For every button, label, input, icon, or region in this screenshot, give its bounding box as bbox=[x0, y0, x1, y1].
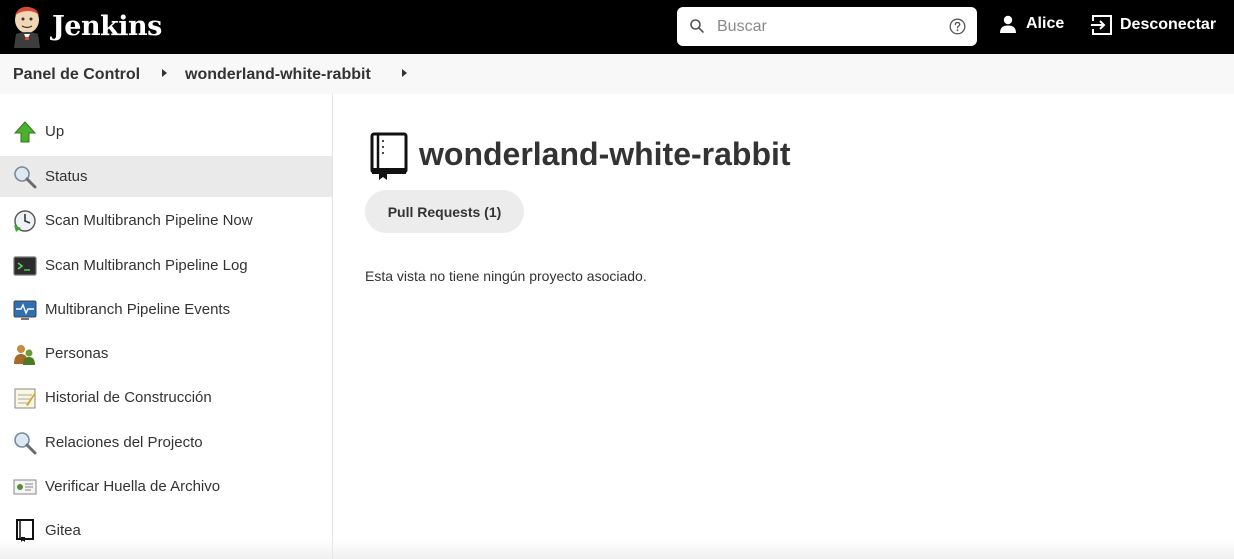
breadcrumb-dashboard[interactable]: Panel de Control bbox=[13, 66, 140, 84]
book-icon bbox=[370, 132, 408, 180]
up-arrow-icon bbox=[13, 120, 37, 142]
sidebar-item-label: Scan Multibranch Pipeline Now bbox=[45, 212, 253, 229]
sidebar-item-scan-now[interactable]: Scan Multibranch Pipeline Now bbox=[0, 200, 332, 241]
notepad-icon bbox=[14, 388, 36, 408]
sidebar-item-label: Scan Multibranch Pipeline Log bbox=[45, 257, 248, 274]
search-input[interactable] bbox=[717, 7, 937, 46]
sidebar-item-scan-log[interactable]: Scan Multibranch Pipeline Log bbox=[0, 245, 332, 286]
search-icon bbox=[14, 165, 37, 188]
page-title: wonderland-white-rabbit bbox=[419, 136, 791, 172]
sidebar-item-project-relations[interactable]: Relaciones del Projecto bbox=[0, 422, 332, 463]
breadcrumb-chevron-icon[interactable] bbox=[162, 69, 167, 77]
search-icon bbox=[14, 431, 37, 454]
sidebar-item-events[interactable]: Multibranch Pipeline Events bbox=[0, 289, 332, 330]
breadcrumb-project[interactable]: wonderland-white-rabbit bbox=[185, 66, 371, 84]
sidebar-item-fingerprint[interactable]: Verificar Huella de Archivo bbox=[0, 466, 332, 507]
logout-button[interactable]: Desconectar bbox=[1090, 14, 1216, 36]
sidebar: Up Status Scan Multibranch Pipeline Now … bbox=[0, 94, 333, 559]
sidebar-item-label: Relaciones del Projecto bbox=[45, 434, 203, 451]
tab-pull-requests[interactable]: Pull Requests (1) bbox=[365, 190, 524, 233]
sidebar-item-people[interactable]: Personas bbox=[0, 333, 332, 374]
sidebar-item-label: Multibranch Pipeline Events bbox=[45, 301, 231, 318]
jenkins-logo[interactable]: Jenkins bbox=[10, 4, 162, 48]
monitor-icon bbox=[13, 300, 37, 320]
logout-label: Desconectar bbox=[1120, 16, 1217, 33]
search-box bbox=[677, 7, 977, 46]
top-header: Jenkins Alice Desconectar bbox=[0, 0, 1234, 54]
sidebar-item-status[interactable]: Status bbox=[0, 156, 332, 197]
user-menu[interactable]: Alice bbox=[998, 14, 1064, 34]
empty-view-message: Esta vista no tiene ningún proyecto asoc… bbox=[365, 268, 647, 284]
sidebar-item-up[interactable]: Up bbox=[0, 111, 332, 152]
sidebar-item-label: Historial de Construcción bbox=[45, 389, 212, 406]
user-icon bbox=[1000, 15, 1016, 33]
breadcrumb: Panel de Control wonderland-white-rabbit bbox=[0, 54, 1234, 94]
people-icon bbox=[14, 344, 35, 365]
fingerprint-icon bbox=[13, 479, 37, 494]
breadcrumb-chevron-icon[interactable] bbox=[402, 69, 407, 77]
user-name: Alice bbox=[1026, 15, 1065, 32]
sidebar-item-build-history[interactable]: Historial de Construcción bbox=[0, 377, 332, 418]
search-icon bbox=[690, 19, 704, 33]
sidebar-item-label: Up bbox=[45, 123, 65, 140]
logout-icon bbox=[1091, 15, 1112, 35]
sidebar-item-label: Verificar Huella de Archivo bbox=[45, 478, 221, 495]
clock-icon bbox=[14, 209, 36, 232]
sidebar-item-label: Gitea bbox=[45, 522, 81, 539]
help-icon[interactable] bbox=[949, 18, 966, 35]
terminal-icon bbox=[13, 255, 37, 276]
jenkins-brand-text: Jenkins bbox=[52, 10, 162, 42]
sidebar-item-label: Personas bbox=[45, 345, 109, 362]
scroll-shadow bbox=[0, 539, 1234, 559]
main-content: wonderland-white-rabbit Pull Requests (1… bbox=[334, 94, 1234, 559]
sidebar-item-label: Status bbox=[45, 168, 88, 185]
jenkins-butler-icon bbox=[14, 6, 40, 48]
